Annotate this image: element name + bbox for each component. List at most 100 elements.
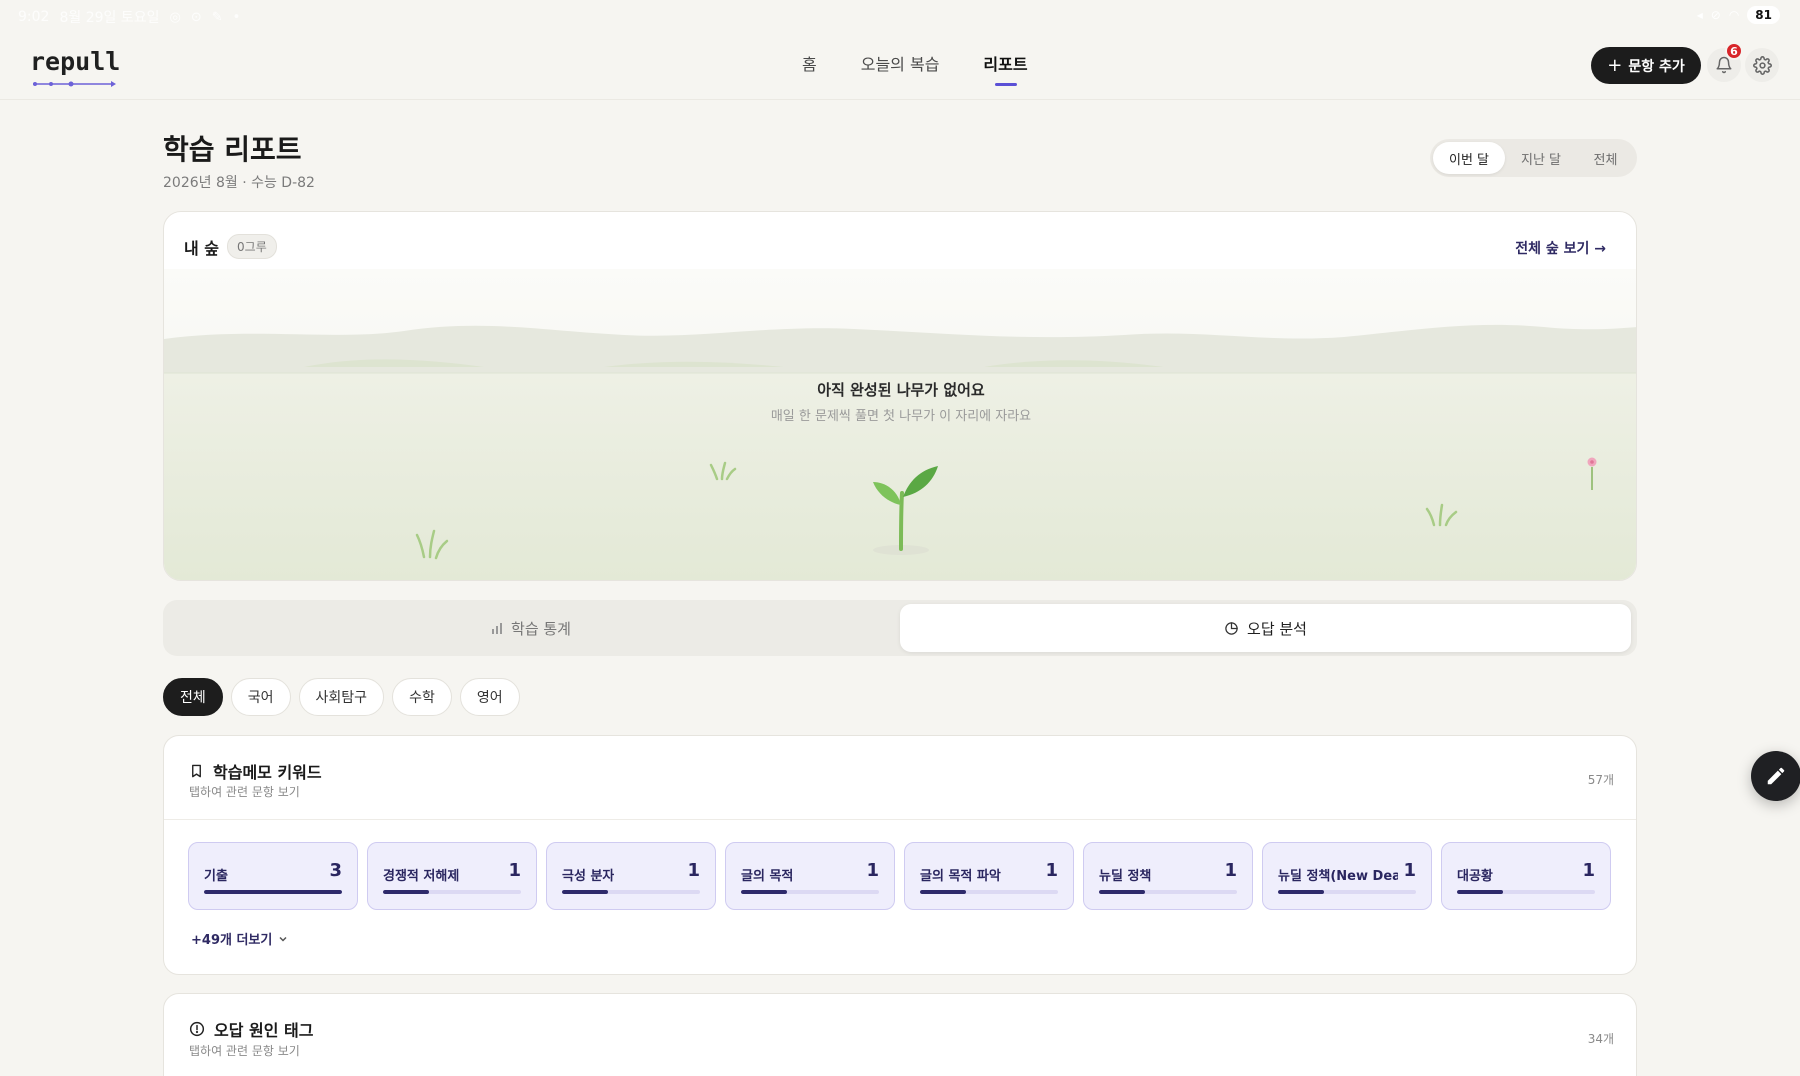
tab-error-analysis-label: 오답 분석 — [1247, 619, 1307, 638]
keyword-bar-fill — [920, 890, 966, 894]
main-nav: 홈 오늘의 복습 리포트 — [780, 52, 1050, 82]
keyword-tile[interactable]: 글의 목적 1 — [725, 842, 895, 910]
keyword-bar-fill — [204, 890, 342, 894]
top-header: repull 홈 오늘의 복습 리포트 + 문항 추가 6 — [0, 32, 1800, 100]
keyword-label: 경쟁적 저해제 — [383, 869, 460, 884]
forest-card: 내 숲 0그루 전체 숲 보기 → 아직 완성된 나무가 없어요 매일 한 문제… — [163, 211, 1637, 581]
keyword-bar-fill — [741, 890, 787, 894]
filter-social-studies[interactable]: 사회탐구 — [298, 678, 385, 716]
keyword-bar — [1278, 890, 1416, 894]
keyword-bar — [741, 890, 879, 894]
keyword-tile[interactable]: 극성 분자 1 — [546, 842, 716, 910]
add-question-label: 문항 추가 — [1628, 58, 1685, 75]
forest-illustration — [164, 269, 1636, 580]
chevron-down-icon — [279, 936, 287, 942]
memo-keywords-title: 학습메모 키워드 — [213, 763, 322, 782]
keyword-bar — [383, 890, 521, 894]
status-time: 9:02 — [18, 9, 50, 25]
pencil-icon — [1767, 767, 1785, 785]
keyword-grid: 기출 3 경쟁적 저해제 1 극성 분자 1 글의 목적 1 글의 목적 파악 … — [188, 842, 1611, 910]
pencil-status-icon: ✎ — [211, 9, 223, 25]
memo-keywords-card: 학습메모 키워드 탭하여 관련 문항 보기 57개 기출 3 경쟁적 저해제 1… — [163, 735, 1637, 975]
logo[interactable]: repull — [30, 47, 120, 87]
alarm-icon: ⊙ — [190, 9, 202, 25]
subject-filters: 전체 국어 사회탐구 수학 영어 — [163, 678, 520, 716]
error-tags-header: 오답 원인 태그 — [189, 1017, 313, 1041]
page-subtitle: 2026년 8월 · 수능 D-82 — [163, 175, 315, 191]
bookmark-icon — [192, 764, 201, 778]
filter-all[interactable]: 전체 — [163, 678, 223, 716]
nav-report[interactable]: 리포트 — [961, 52, 1049, 82]
mute-icon: ⊘ — [1710, 8, 1721, 22]
dot-icon: • — [232, 9, 241, 25]
period-all[interactable]: 전체 — [1577, 142, 1634, 174]
forest-header: 내 숲 0그루 — [184, 234, 277, 259]
plus-icon: + — [1607, 54, 1623, 76]
divider — [164, 819, 1636, 820]
memo-keywords-header: 학습메모 키워드 — [189, 759, 322, 783]
keyword-count: 1 — [1582, 860, 1595, 881]
page-title: 학습 리포트 — [163, 133, 302, 166]
keyword-bar-fill — [562, 890, 608, 894]
status-right: ◂ ⊘ ◠ 81 — [1697, 6, 1780, 24]
status-date: 8월 29일 토요일 — [59, 10, 160, 26]
notifications-button[interactable]: 6 — [1707, 42, 1743, 82]
keyword-count: 1 — [866, 860, 879, 881]
keyword-label: 글의 목적 파악 — [920, 869, 1001, 884]
period-last-month[interactable]: 지난 달 — [1505, 142, 1577, 174]
keyword-count: 1 — [687, 860, 700, 881]
keyword-label: 극성 분자 — [562, 869, 615, 884]
filter-math[interactable]: 수학 — [392, 678, 452, 716]
tab-error-analysis[interactable]: 오답 분석 — [900, 604, 1631, 652]
keyword-bar-fill — [383, 890, 429, 894]
keyword-tile[interactable]: 글의 목적 파악 1 — [904, 842, 1074, 910]
notification-badge: 6 — [1725, 42, 1743, 60]
battery-indicator: 81 — [1747, 6, 1780, 24]
keyword-bar — [1457, 890, 1595, 894]
keyword-bar — [920, 890, 1058, 894]
nav-today-review[interactable]: 오늘의 복습 — [839, 52, 962, 82]
keyword-count: 1 — [508, 860, 521, 881]
show-more-keywords-button[interactable]: +49개 더보기 — [191, 929, 288, 948]
keyword-tile[interactable]: 경쟁적 저해제 1 — [367, 842, 537, 910]
keyword-bar-fill — [1457, 890, 1503, 894]
location-icon: ◂ — [1696, 8, 1703, 22]
keyword-tile[interactable]: 뉴딜 정책(New Dea.. 1 — [1262, 842, 1432, 910]
keyword-label: 뉴딜 정책 — [1099, 869, 1152, 884]
nav-home[interactable]: 홈 — [780, 52, 839, 82]
gear-icon — [1752, 55, 1772, 75]
keyword-tile[interactable]: 기출 3 — [188, 842, 358, 910]
keyword-count: 1 — [1045, 860, 1058, 881]
keyword-label: 글의 목적 — [741, 869, 794, 884]
add-question-button[interactable]: + 문항 추가 — [1591, 47, 1701, 84]
filter-english[interactable]: 영어 — [459, 678, 520, 716]
settings-button[interactable] — [1745, 48, 1779, 82]
alert-circle-icon — [189, 1021, 205, 1037]
floating-write-button[interactable] — [1751, 751, 1800, 801]
forest-title: 내 숲 — [184, 238, 220, 258]
error-tags-total: 34개 — [1587, 1032, 1614, 1046]
error-tags-card: 오답 원인 태그 탭하여 관련 문항 보기 34개 — [163, 993, 1637, 1076]
view-all-forest-link[interactable]: 전체 숲 보기 → — [1515, 238, 1606, 258]
status-left: 9:02 8월 29일 토요일 ◎ ⊙ ✎ • — [18, 7, 240, 27]
report-tabs: 학습 통계 오답 분석 — [163, 600, 1637, 656]
status-bar: 9:02 8월 29일 토요일 ◎ ⊙ ✎ • ◂ ⊘ ◠ 81 — [0, 0, 1800, 32]
forest-empty-title: 아직 완성된 나무가 없어요 — [817, 381, 985, 399]
tree-count-chip: 0그루 — [227, 234, 277, 259]
bar-chart-icon — [492, 623, 503, 634]
show-more-label: +49개 더보기 — [191, 933, 273, 948]
filter-korean[interactable]: 국어 — [230, 678, 291, 716]
pie-chart-icon — [1225, 621, 1238, 635]
forest-empty-subtitle: 매일 한 문제씩 풀면 첫 나무가 이 자리에 자라요 — [770, 409, 1032, 424]
period-this-month[interactable]: 이번 달 — [1433, 142, 1505, 174]
keyword-bar-fill — [1099, 890, 1145, 894]
keyword-bar — [204, 890, 342, 894]
keyword-tile[interactable]: 대공황 1 — [1441, 842, 1611, 910]
keyword-bar — [1099, 890, 1237, 894]
tab-study-stats[interactable]: 학습 통계 — [167, 604, 895, 652]
keyword-label: 뉴딜 정책(New Dea.. — [1278, 869, 1398, 884]
keyword-label: 기출 — [204, 869, 228, 884]
keyword-label: 대공황 — [1457, 869, 1493, 884]
keyword-tile[interactable]: 뉴딜 정책 1 — [1083, 842, 1253, 910]
keyword-count: 1 — [1224, 860, 1237, 881]
